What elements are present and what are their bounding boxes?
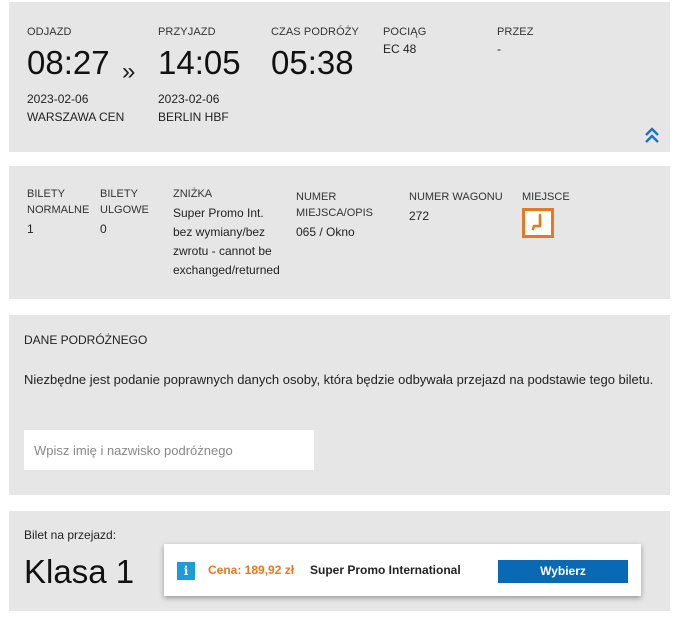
train-block: POCIĄG EC 48 bbox=[383, 26, 426, 56]
passenger-data-panel: DANE PODRÓŻNEGO Niezbędne jest podanie p… bbox=[9, 315, 670, 495]
reduced-tickets-label-1: BILETY bbox=[100, 188, 138, 200]
reduced-tickets-block: BILETY ULGOWE 0 bbox=[100, 186, 149, 239]
offer-price: Cena: 189,92 zł bbox=[208, 563, 295, 577]
discount-value-2: bez wymiany/bez bbox=[173, 225, 266, 239]
wagon-block: NUMER WAGONU 272 bbox=[409, 189, 503, 226]
seat-label: MIEJSCE bbox=[522, 191, 570, 203]
train-number: EC 48 bbox=[383, 42, 417, 56]
seat-number-label-1: NUMER bbox=[296, 191, 337, 203]
duration-block: CZAS PODRÓŻY 05:38 bbox=[271, 26, 359, 79]
discount-value-3: zwrotu - cannot be bbox=[173, 244, 272, 258]
journey-summary-panel: ODJAZD 08:27 2023-02-06 WARSZAWA CEN » P… bbox=[9, 2, 670, 152]
ticket-class-panel: Bilet na przejazd: Klasa 1 i Cena: 189,9… bbox=[9, 511, 670, 611]
wagon-label: NUMER WAGONU bbox=[409, 191, 503, 203]
arrival-block: PRZYJAZD 14:05 2023-02-06 BERLIN HBF bbox=[158, 26, 241, 124]
offer-card: i Cena: 189,92 zł Super Promo Internatio… bbox=[164, 544, 641, 596]
via-value: - bbox=[497, 42, 501, 56]
departure-time: 08:27 bbox=[27, 44, 110, 81]
arrival-station: BERLIN HBF bbox=[158, 110, 229, 124]
departure-station: WARSZAWA CEN bbox=[27, 110, 125, 124]
direction-arrow-icon: » bbox=[122, 58, 136, 85]
via-block: PRZEZ - bbox=[497, 26, 534, 56]
passenger-name-input[interactable] bbox=[24, 430, 314, 470]
duration-label: CZAS PODRÓŻY bbox=[271, 26, 359, 38]
normal-tickets-label-2: NORMALNE bbox=[27, 204, 90, 216]
seat-number-block: NUMER MIEJSCA/OPIS 065 / Okno bbox=[296, 189, 373, 242]
seat-icon bbox=[531, 213, 542, 231]
offer-name: Super Promo International bbox=[310, 563, 461, 577]
arrival-time: 14:05 bbox=[158, 44, 241, 81]
seat-block: MIEJSCE bbox=[522, 189, 570, 205]
seat-number-label-2: MIEJSCA/OPIS bbox=[296, 207, 374, 219]
ticket-class-value: Klasa 1 bbox=[24, 553, 135, 590]
normal-tickets-block: BILETY NORMALNE 1 bbox=[27, 186, 89, 239]
ticket-details-panel: BILETY NORMALNE 1 BILETY ULGOWE 0 ZNIŻKA… bbox=[9, 166, 670, 299]
duration-time: 05:38 bbox=[271, 44, 354, 81]
arrival-date: 2023-02-06 bbox=[158, 92, 220, 106]
arrival-label: PRZYJAZD bbox=[158, 26, 216, 38]
normal-tickets-count: 1 bbox=[27, 222, 34, 236]
departure-label: ODJAZD bbox=[27, 26, 72, 38]
train-label: POCIĄG bbox=[383, 26, 427, 38]
departure-block: ODJAZD 08:27 2023-02-06 WARSZAWA CEN bbox=[27, 26, 124, 124]
ticket-class-label: Bilet na przejazd: bbox=[24, 528, 117, 542]
reduced-tickets-label-2: ULGOWE bbox=[100, 204, 149, 216]
info-icon[interactable]: i bbox=[177, 562, 195, 580]
via-label: PRZEZ bbox=[497, 26, 534, 38]
seat-map-button[interactable] bbox=[522, 208, 554, 238]
discount-block: ZNIŻKA Super Promo Int. bez wymiany/bez … bbox=[173, 186, 280, 280]
passenger-section-title: DANE PODRÓŻNEGO bbox=[24, 333, 148, 347]
double-chevron-up-icon[interactable] bbox=[643, 126, 661, 144]
wagon-number: 272 bbox=[409, 209, 430, 223]
discount-value-4: exchanged/returned bbox=[173, 263, 280, 277]
reduced-tickets-count: 0 bbox=[100, 222, 107, 236]
passenger-description: Niezbędne jest podanie poprawnych danych… bbox=[24, 372, 654, 387]
discount-value-1: Super Promo Int. bbox=[173, 206, 264, 220]
choose-offer-button[interactable]: Wybierz bbox=[498, 560, 628, 583]
discount-label: ZNIŻKA bbox=[173, 188, 213, 200]
seat-number-value: 065 / Okno bbox=[296, 225, 355, 239]
normal-tickets-label-1: BILETY bbox=[27, 188, 65, 200]
departure-date: 2023-02-06 bbox=[27, 92, 89, 106]
